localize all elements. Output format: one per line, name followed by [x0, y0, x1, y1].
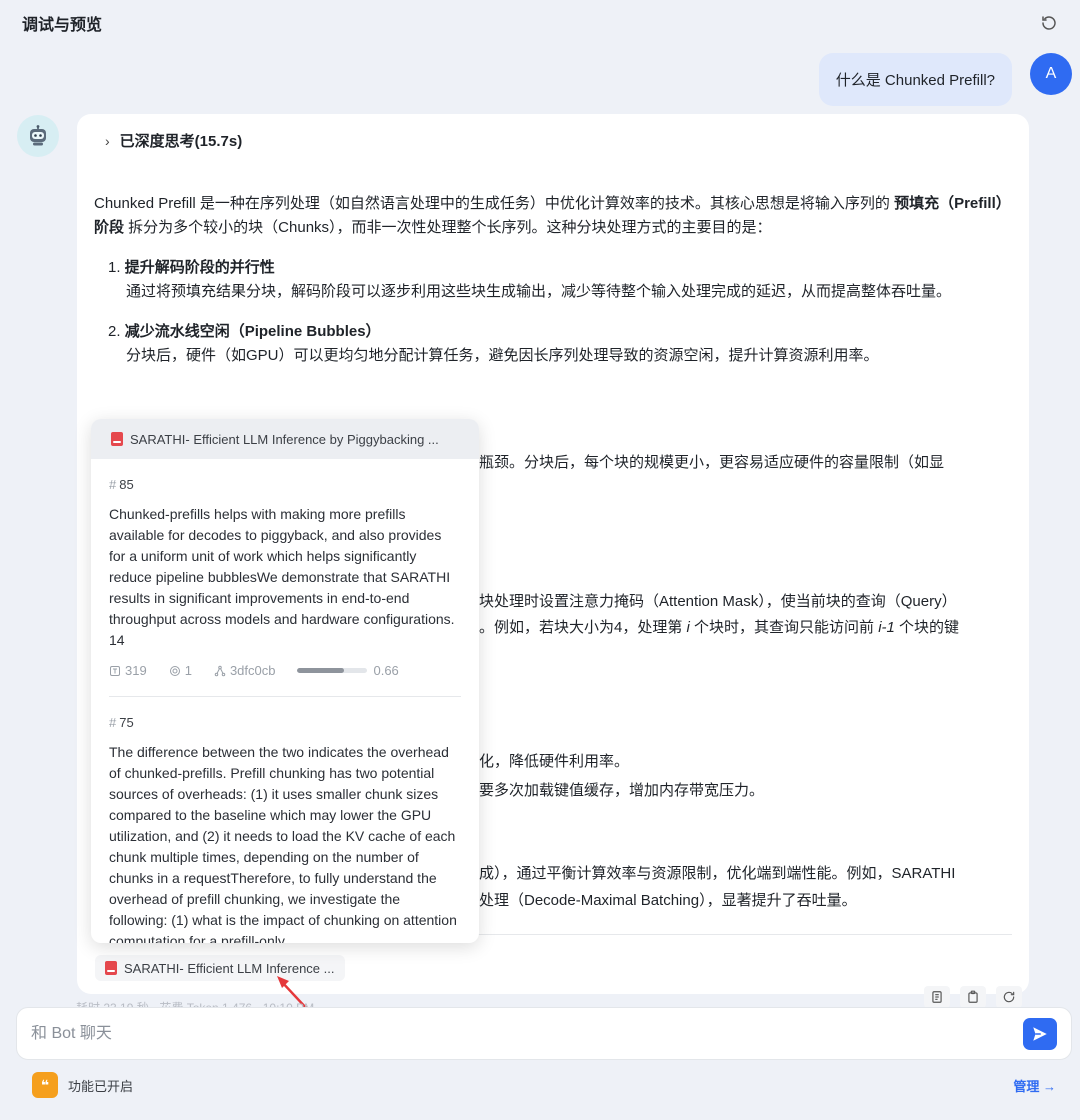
score-bar	[297, 668, 368, 673]
popover-header[interactable]: SARATHI- Efficient LLM Inference by Pigg…	[91, 419, 479, 459]
user-avatar[interactable]: A	[1030, 53, 1072, 95]
chunk-id: #85	[109, 477, 134, 492]
user-message: 什么是 Chunked Prefill?	[818, 53, 1012, 106]
chunk-hash: 3dfc0cb	[214, 663, 275, 678]
copy-icon[interactable]	[960, 986, 986, 1008]
score: 0.66	[297, 663, 399, 678]
answer-fragment: 。例如，若块大小为4，处理第 i 个块时，其查询只能访问前 i-1 个块的键	[479, 619, 960, 636]
send-button[interactable]	[1023, 1017, 1057, 1050]
answer-text: Chunked Prefill 是一种在序列处理（如自然语言处理中的生成任务）中…	[94, 192, 1010, 368]
popover-title: SARATHI- Efficient LLM Inference by Pigg…	[130, 431, 439, 447]
thinking-toggle[interactable]: › 已深度思考(15.7s)	[105, 130, 242, 151]
answer-fragment: 化，降低硬件利用率。	[479, 753, 630, 770]
text-icon	[110, 665, 120, 676]
feature-bar: ❝ 功能已开启 管理 →	[22, 1064, 1066, 1106]
answer-fragment: 成），通过平衡计算效率与资源限制，优化端到端性能。例如，SARATHI	[479, 865, 956, 882]
answer-fragment: 块处理时设置注意力掩码（Attention Mask），使当前块的查询（Quer…	[479, 593, 957, 610]
chunk-item: #75 The difference between the two indic…	[109, 697, 461, 943]
answer-intro: Chunked Prefill 是一种在序列处理（如自然语言处理中的生成任务）中…	[94, 195, 1004, 236]
quote-bubble-icon: ❝	[32, 1072, 58, 1098]
token-count: 319	[109, 663, 147, 678]
refresh-icon[interactable]	[1040, 14, 1058, 32]
chunk-text: The difference between the two indicates…	[109, 744, 457, 943]
chevron-right-icon: ›	[105, 132, 110, 149]
page-title: 调试与预览	[22, 17, 103, 34]
header: 调试与预览	[0, 0, 1080, 46]
regenerate-icon[interactable]	[996, 986, 1022, 1008]
feature-status-label: 功能已开启	[68, 1078, 134, 1094]
hit-count: 1	[169, 663, 192, 678]
target-icon	[169, 665, 180, 676]
list-item: 2. 减少流水线空闲（Pipeline Bubbles） 分块后，硬件（如GPU…	[108, 323, 879, 364]
send-icon	[1033, 1026, 1047, 1041]
chunk-id: #75	[109, 715, 134, 730]
bot-avatar	[17, 115, 59, 157]
list-item: 1. 提升解码阶段的并行性 通过将预填充结果分块，解码阶段可以逐步利用这些块生成…	[108, 259, 952, 300]
pdf-icon	[111, 432, 123, 446]
user-message-row: 什么是 Chunked Prefill? A	[818, 53, 1072, 106]
hash-icon: #	[109, 715, 117, 730]
quote-icon[interactable]	[924, 986, 950, 1008]
hash-icon: #	[109, 477, 117, 492]
chunk-text: Chunked-prefills helps with making more …	[109, 506, 455, 648]
graph-icon	[214, 665, 226, 676]
score-fill	[297, 668, 344, 673]
chat-input[interactable]	[31, 1024, 1023, 1043]
answer-fragment: 要多次加载键值缓存，增加内存带宽压力。	[479, 782, 765, 799]
reference-popover: SARATHI- Efficient LLM Inference by Pigg…	[91, 419, 479, 943]
answer-fragment: 处理（Decode-Maximal Batching），显著提升了吞吐量。	[479, 892, 857, 909]
answer-fragment: 瓶颈。分块后，每个块的规模更小，更容易适应硬件的容量限制（如显	[479, 454, 945, 471]
robot-icon	[30, 125, 46, 146]
feature-status: ❝ 功能已开启	[32, 1072, 133, 1098]
message-actions	[924, 986, 1022, 1008]
chunk-item: #85 Chunked-prefills helps with making m…	[109, 459, 461, 697]
thinking-label: 已深度思考(15.7s)	[119, 133, 243, 150]
chunk-meta: 319 1 3dfc0cb 0.66	[109, 663, 461, 678]
pdf-icon	[105, 961, 117, 975]
chat-input-box	[16, 1007, 1072, 1060]
manage-link[interactable]: 管理 →	[1013, 1076, 1056, 1095]
popover-body: #85 Chunked-prefills helps with making m…	[91, 459, 479, 943]
